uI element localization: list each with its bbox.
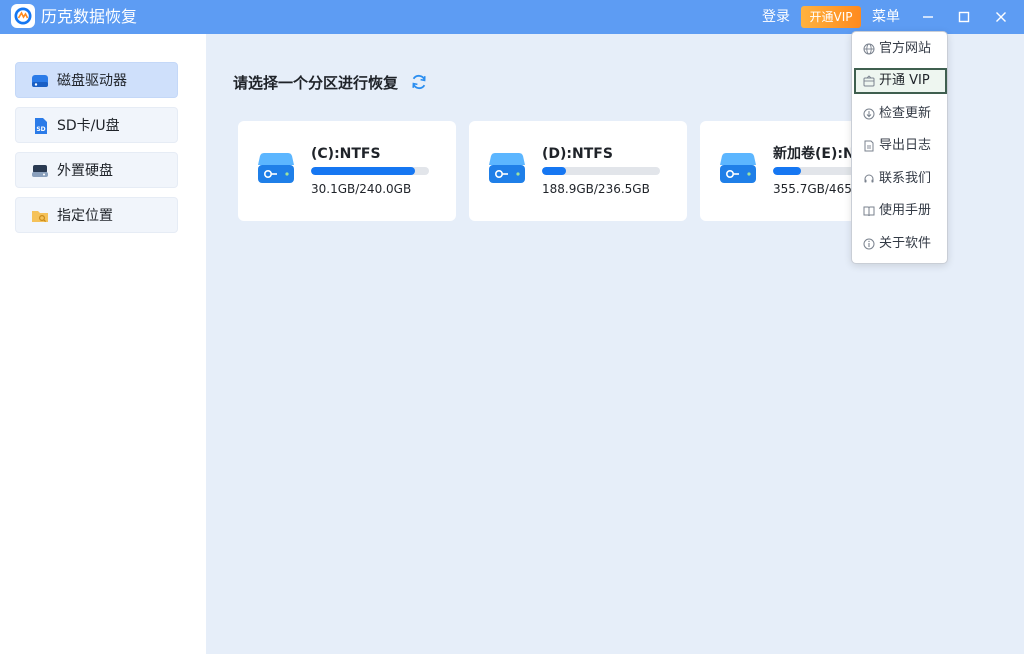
page-title: 请选择一个分区进行恢复 xyxy=(233,74,399,92)
menu-item-website[interactable]: 官方网站 xyxy=(854,36,947,62)
menu-item-label: 检查更新 xyxy=(879,106,932,121)
external-drive-icon xyxy=(31,162,49,180)
usage-bar-fill xyxy=(311,167,415,175)
menu-item-label: 导出日志 xyxy=(879,138,932,153)
sidebar-item-external-drive[interactable]: 外置硬盘 xyxy=(15,152,178,188)
globe-icon xyxy=(863,43,875,55)
menu-item-label: 开通 VIP xyxy=(879,73,930,88)
usage-bar xyxy=(311,167,429,175)
sidebar-item-sd-card[interactable]: SD SD卡/U盘 xyxy=(15,107,178,143)
sidebar-item-label: SD卡/U盘 xyxy=(57,118,120,134)
app-title: 历克数据恢复 xyxy=(41,7,138,26)
menu-item-vip[interactable]: 开通 VIP xyxy=(854,68,947,94)
menu-item-label: 官方网站 xyxy=(879,41,932,56)
close-icon xyxy=(996,12,1006,22)
vip-button[interactable]: 开通VIP xyxy=(801,6,861,28)
hard-drive-icon xyxy=(720,153,756,183)
maximize-button[interactable] xyxy=(954,7,974,27)
drive-card-d[interactable]: (D):NTFS 188.9GB/236.5GB xyxy=(469,121,687,221)
drive-usage: 188.9GB/236.5GB xyxy=(542,182,650,196)
sidebar-item-label: 指定位置 xyxy=(57,208,113,224)
drive-usage: 30.1GB/240.0GB xyxy=(311,182,412,196)
headset-icon xyxy=(864,174,874,183)
hard-drive-icon xyxy=(31,72,49,90)
refresh-icon[interactable] xyxy=(409,72,429,92)
menu-item-label: 关于软件 xyxy=(879,236,932,251)
sidebar-item-label: 磁盘驱动器 xyxy=(57,73,127,89)
export-log-icon xyxy=(864,140,874,152)
maximize-icon xyxy=(958,11,970,23)
close-button[interactable] xyxy=(991,7,1011,27)
drive-card-c[interactable]: (C):NTFS 30.1GB/240.0GB xyxy=(238,121,456,221)
menu-item-manual[interactable]: 使用手册 xyxy=(854,198,947,224)
menu-item-about[interactable]: 关于软件 xyxy=(854,231,947,257)
svg-text:SD: SD xyxy=(36,126,45,133)
drive-name: (D):NTFS xyxy=(542,146,613,162)
vip-icon xyxy=(863,75,875,87)
usage-bar xyxy=(542,167,660,175)
sd-card-icon: SD xyxy=(31,117,49,135)
login-link[interactable]: 登录 xyxy=(762,8,790,26)
usage-bar-fill xyxy=(542,167,566,175)
title-bar: 历克数据恢复 登录 开通VIP 菜单 xyxy=(0,0,1024,34)
main-menu-dropdown: 官方网站 开通 VIP 检查更新 导出日志 联系我们 使用手册 关于软件 xyxy=(851,31,948,264)
usage-bar-fill xyxy=(773,167,802,175)
sidebar-item-label: 外置硬盘 xyxy=(57,163,113,179)
hard-drive-icon xyxy=(489,153,525,183)
menu-item-export-log[interactable]: 导出日志 xyxy=(854,133,947,159)
menu-item-contact[interactable]: 联系我们 xyxy=(854,166,947,192)
minimize-icon xyxy=(923,16,933,18)
menu-button[interactable]: 菜单 xyxy=(872,8,900,26)
sidebar-item-disk-drive[interactable]: 磁盘驱动器 xyxy=(15,62,178,98)
menu-item-label: 联系我们 xyxy=(879,171,932,186)
menu-item-check-update[interactable]: 检查更新 xyxy=(854,101,947,127)
info-icon xyxy=(863,238,875,250)
manual-icon xyxy=(863,206,875,217)
hard-drive-icon xyxy=(258,153,294,183)
app-logo-icon xyxy=(11,4,35,28)
drive-name: (C):NTFS xyxy=(311,146,381,162)
sidebar-item-location[interactable]: 指定位置 xyxy=(15,197,178,233)
folder-icon xyxy=(31,207,49,225)
minimize-button[interactable] xyxy=(918,7,938,27)
sidebar: 磁盘驱动器 SD SD卡/U盘 外置硬盘 指定位置 xyxy=(0,34,206,654)
menu-item-label: 使用手册 xyxy=(879,203,932,218)
update-icon xyxy=(863,108,875,120)
